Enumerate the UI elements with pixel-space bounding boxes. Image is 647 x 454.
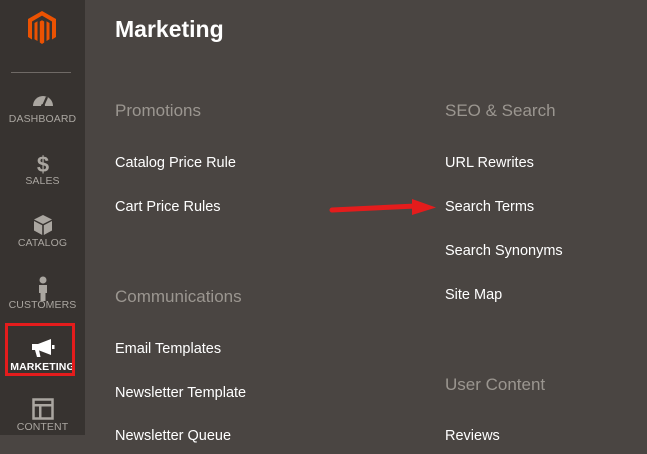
sidebar-item-catalog[interactable]: CATALOG: [0, 208, 85, 270]
sidebar-item-content[interactable]: CONTENT: [0, 392, 85, 454]
menu-link-site-map[interactable]: Site Map: [445, 287, 502, 303]
admin-sidebar: DASHBOARD $ SALES CATALOG CUSTOMERS MARK…: [0, 0, 85, 435]
menu-link-search-terms[interactable]: Search Terms: [445, 199, 534, 215]
section-title-communications: Communications: [115, 287, 242, 306]
menu-link-search-synonyms[interactable]: Search Synonyms: [445, 243, 563, 259]
sidebar-item-label: SALES: [25, 175, 60, 187]
highlight-box: [5, 323, 75, 376]
menu-link-catalog-price-rule[interactable]: Catalog Price Rule: [115, 155, 236, 171]
svg-text:$: $: [36, 152, 48, 176]
section-title-user-content: User Content: [445, 375, 546, 394]
menu-link-cart-price-rules[interactable]: Cart Price Rules: [115, 199, 221, 215]
sidebar-item-dashboard[interactable]: DASHBOARD: [0, 84, 85, 146]
section-title-promotions: Promotions: [115, 101, 201, 120]
magento-logo[interactable]: [0, 0, 85, 70]
menu-link-reviews[interactable]: Reviews: [445, 428, 500, 444]
sidebar-item-label: CATALOG: [17, 237, 68, 249]
menu-link-email-templates[interactable]: Email Templates: [115, 341, 221, 357]
menu-link-newsletter-template[interactable]: Newsletter Template: [115, 385, 246, 401]
sidebar-item-label: CONTENT: [16, 421, 69, 433]
sidebar-item-label: DASHBOARD: [8, 113, 77, 125]
red-arrow-annotation: [329, 199, 436, 215]
magento-logo-icon: [28, 11, 56, 44]
menu-link-url-rewrites[interactable]: URL Rewrites: [445, 155, 534, 171]
page-title: Marketing: [115, 16, 224, 42]
section-title-seo-search: SEO & Search: [445, 101, 556, 120]
sidebar-item-sales[interactable]: $ SALES: [0, 146, 85, 208]
menu-link-newsletter-queue[interactable]: Newsletter Queue: [115, 428, 231, 444]
sidebar-divider: [11, 72, 71, 73]
sidebar-item-label: CUSTOMERS: [8, 299, 77, 311]
